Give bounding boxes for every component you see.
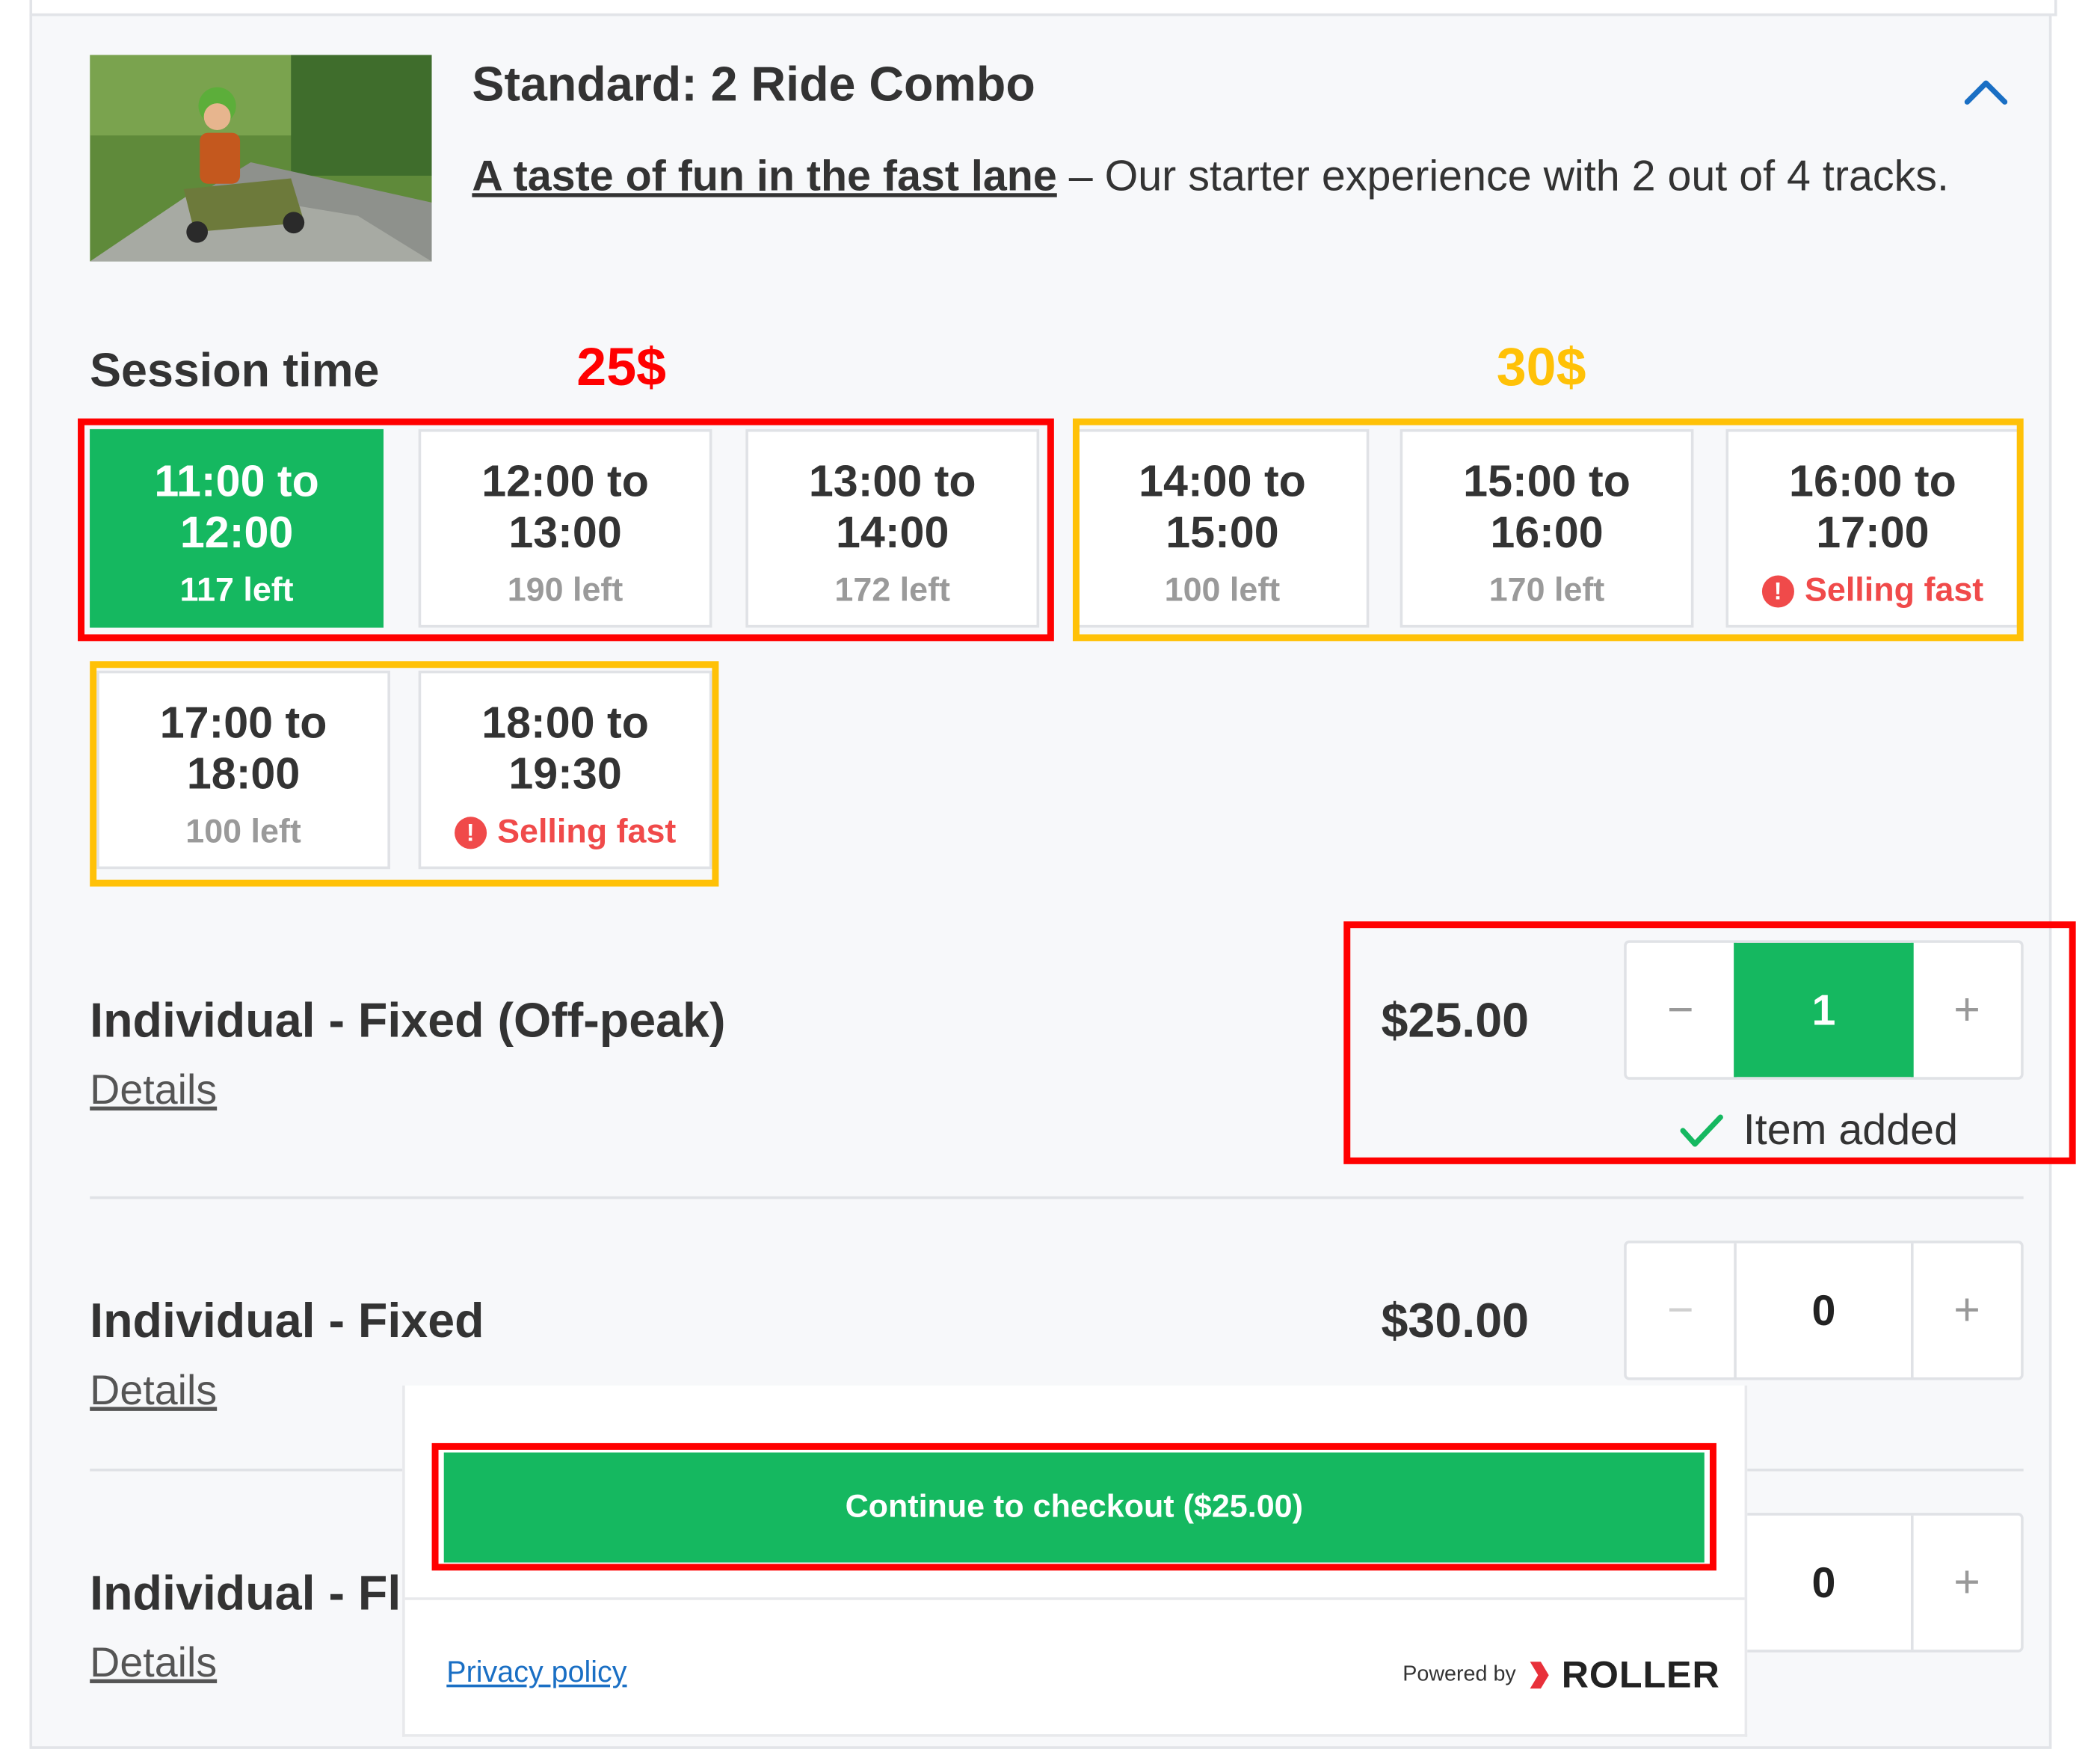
roller-brand: ROLLER xyxy=(1561,1653,1720,1696)
increment-button[interactable]: + xyxy=(1913,1516,2021,1650)
divider xyxy=(90,1196,2024,1199)
annotation-checkout-box xyxy=(431,1442,1716,1571)
description-text: – Our starter experience with 2 out of 4… xyxy=(1056,151,1949,200)
product-image xyxy=(90,55,432,262)
screen: Standard: 2 Ride Combo A taste of fun in… xyxy=(0,0,2100,1761)
details-link[interactable]: Details xyxy=(90,1367,217,1416)
annotation-peak-box-2 xyxy=(90,661,719,887)
product-title: Standard: 2 Ride Combo xyxy=(472,56,1035,111)
product-description: A taste of fun in the fast lane – Our st… xyxy=(472,152,1949,201)
ticket-name: Individual - Fixed (Off-peak) xyxy=(90,992,726,1048)
tagline-link[interactable]: A taste of fun in the fast lane xyxy=(472,152,1056,200)
decrement-button[interactable]: − xyxy=(1627,1244,1734,1377)
ticket-price: $30.00 xyxy=(1381,1293,1530,1348)
roller-logo-icon xyxy=(1529,1662,1548,1689)
quantity-stepper: − 0 + xyxy=(1624,1241,2024,1380)
ticket-name: Individual - Fixed xyxy=(90,1293,484,1348)
collapse-chevron-up-icon[interactable] xyxy=(1960,73,2011,110)
increment-button[interactable]: + xyxy=(1913,1244,2021,1377)
ticket-name: Individual - Fl xyxy=(90,1565,401,1620)
session-time-label: Session time xyxy=(90,344,380,397)
details-link[interactable]: Details xyxy=(90,1066,217,1115)
annotation-peak-box xyxy=(1072,418,2024,642)
powered-by-text: Powered by xyxy=(1402,1663,1516,1686)
annotation-offpeak-price: 25$ xyxy=(576,337,667,397)
privacy-policy-link[interactable]: Privacy policy xyxy=(446,1655,626,1690)
quantity-value[interactable]: 0 xyxy=(1734,1243,1914,1378)
annotation-added-box xyxy=(1343,921,2076,1164)
details-link[interactable]: Details xyxy=(90,1639,217,1688)
annotation-peak-price: 30$ xyxy=(1496,337,1586,397)
powered-by[interactable]: Powered by ROLLER xyxy=(1402,1654,1719,1697)
quantity-value[interactable]: 0 xyxy=(1734,1515,1914,1650)
footer-divider xyxy=(404,1597,1745,1600)
annotation-offpeak-box xyxy=(78,418,1054,642)
